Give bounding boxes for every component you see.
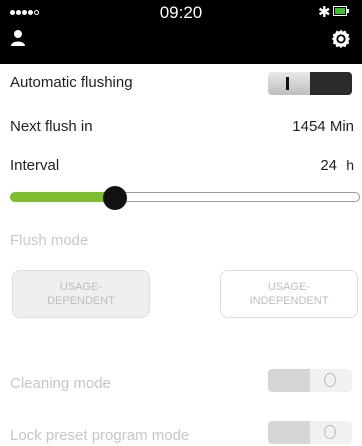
next-flush-label: Next flush in bbox=[10, 118, 93, 135]
automatic-flushing-label: Automatic flushing bbox=[10, 74, 133, 91]
lock-preset-program-mode-toggle[interactable] bbox=[268, 421, 352, 444]
bluetooth-icon: ✱ bbox=[318, 4, 331, 21]
flush-mode-label: Flush mode bbox=[10, 232, 89, 249]
next-flush-row: Next flush in 1454 Min bbox=[10, 114, 354, 138]
battery-icon bbox=[333, 6, 349, 16]
app-bar bbox=[0, 24, 362, 64]
usage-dependent-label: USAGE- DEPENDENT bbox=[47, 281, 115, 307]
person-icon[interactable] bbox=[9, 29, 27, 47]
gear-icon[interactable] bbox=[330, 27, 352, 49]
usage-independent-label: USAGE- INDEPENDENT bbox=[249, 281, 329, 307]
interval-slider-fill bbox=[10, 192, 115, 202]
usage-dependent-button[interactable]: USAGE- DEPENDENT bbox=[12, 270, 150, 318]
usage-independent-button[interactable]: USAGE- INDEPENDENT bbox=[220, 270, 358, 318]
status-time: 09:20 bbox=[159, 3, 203, 22]
status-bar: 09:20 ✱ bbox=[0, 0, 362, 24]
interval-row: Interval 24 h bbox=[10, 153, 354, 177]
interval-label: Interval bbox=[10, 157, 60, 174]
cleaning-mode-label: Cleaning mode bbox=[10, 375, 111, 392]
interval-slider-thumb[interactable] bbox=[103, 186, 127, 210]
lock-preset-program-mode-label: Lock preset program mode bbox=[10, 427, 190, 444]
next-flush-value: 1454 Min bbox=[292, 118, 354, 135]
interval-value: 24 h bbox=[320, 157, 354, 174]
automatic-flushing-toggle[interactable] bbox=[268, 72, 352, 95]
cleaning-mode-toggle[interactable] bbox=[268, 369, 352, 392]
